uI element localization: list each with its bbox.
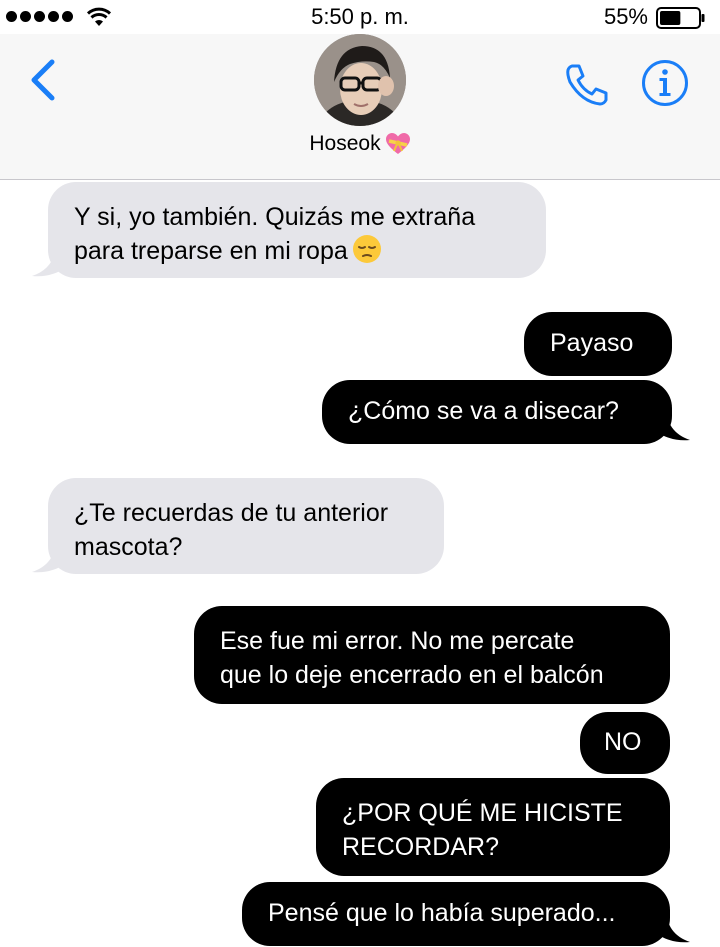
message-line: ¿Cómo se va a disecar? xyxy=(348,397,619,425)
message-incoming[interactable]: ¿Te recuerdas de tu anterior mascota? xyxy=(48,478,444,574)
conversation-header: Hoseok xyxy=(0,34,720,180)
battery-icon xyxy=(656,7,705,29)
message-outgoing[interactable]: Payaso xyxy=(524,312,672,376)
info-icon[interactable] xyxy=(640,58,690,108)
message-outgoing[interactable]: Ese fue mi error. No me percate que lo d… xyxy=(194,606,670,704)
status-bar: 5:50 p. m. 55% xyxy=(0,0,720,34)
avatar-photo xyxy=(314,34,406,126)
message-line: RECORDAR? xyxy=(342,833,499,861)
message-line: que lo deje encerrado en el balcón xyxy=(220,661,604,689)
message-outgoing[interactable]: ¿POR QUÉ ME HICISTE RECORDAR? xyxy=(316,778,670,876)
message-line: mascota? xyxy=(74,533,183,561)
message-line: NO xyxy=(604,728,642,756)
contact-name: Hoseok xyxy=(309,132,381,155)
message-line: Pensé que lo había superado... xyxy=(268,899,616,927)
avatar[interactable] xyxy=(314,34,406,126)
message-outgoing[interactable]: NO xyxy=(580,712,670,774)
battery-percent: 55% xyxy=(603,4,648,29)
contact-title[interactable]: Hoseok xyxy=(0,132,720,156)
message-line: Y si, yo también. Quizás me extraña xyxy=(74,203,476,231)
message-line: Payaso xyxy=(550,329,634,357)
phone-icon[interactable] xyxy=(562,60,612,110)
message-line: para treparse en mi ropa xyxy=(74,237,348,265)
message-line: Ese fue mi error. No me percate xyxy=(220,627,575,655)
message-line: ¿Te recuerdas de tu anterior xyxy=(74,499,389,527)
message-outgoing[interactable]: ¿Cómo se va a disecar? xyxy=(322,380,672,444)
chevron-left-icon[interactable] xyxy=(24,56,64,104)
message-line: ¿POR QUÉ ME HICISTE xyxy=(342,799,623,827)
heart-with-ribbon-icon xyxy=(385,133,410,154)
message-incoming[interactable]: Y si, yo también. Quizás me extraña para… xyxy=(48,182,546,278)
message-outgoing[interactable]: Pensé que lo había superado... xyxy=(242,882,670,946)
pensive-face-icon xyxy=(352,235,381,263)
